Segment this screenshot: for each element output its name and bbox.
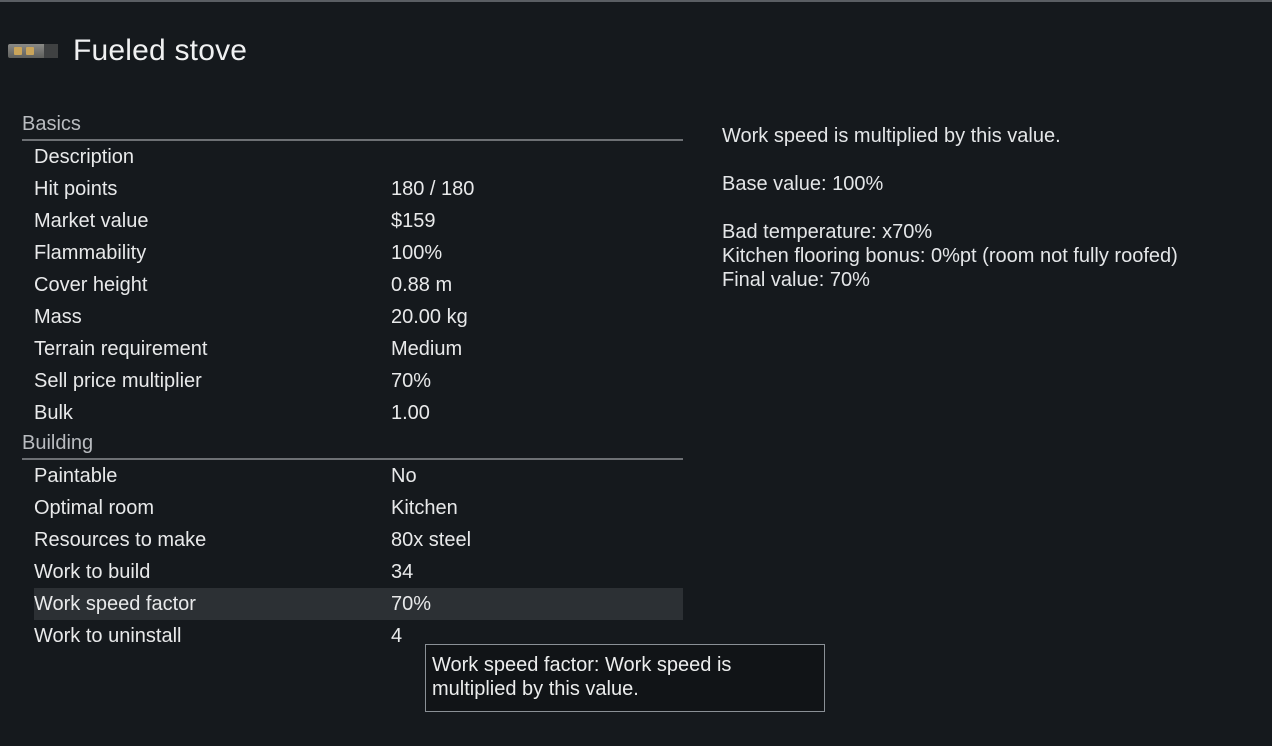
detail-description: Work speed is multiplied by this value. [722, 125, 1061, 147]
page-title: Fueled stove [73, 34, 248, 67]
building-rows: Paintable No Optimal room Kitchen Resour… [34, 460, 683, 652]
stat-label: Terrain requirement [34, 337, 208, 360]
stat-label: Resources to make [34, 528, 207, 551]
stat-label: Optimal room [34, 496, 155, 519]
stat-label: Work speed factor [34, 592, 196, 615]
stat-row-hit-points[interactable]: Hit points 180 / 180 [34, 173, 683, 205]
stat-row-resources-to-make[interactable]: Resources to make 80x steel [34, 524, 683, 556]
window-top-border [0, 0, 1272, 2]
stat-value: 100% [391, 241, 443, 264]
stat-label: Cover height [34, 273, 148, 296]
tooltip-line: multiplied by this value. [432, 678, 639, 700]
detail-base-value: Base value: 100% [722, 173, 884, 195]
stat-row-cover-height[interactable]: Cover height 0.88 m [34, 269, 683, 301]
stat-value: 20.00 kg [391, 305, 468, 328]
detail-kitchen-flooring-bonus: Kitchen flooring bonus: 0%pt (room not f… [722, 245, 1178, 267]
stat-value: 34 [391, 560, 414, 583]
stat-row-flammability[interactable]: Flammability 100% [34, 237, 683, 269]
stat-label: Sell price multiplier [34, 369, 202, 392]
stat-label: Mass [34, 305, 82, 328]
stat-value: No [391, 464, 417, 487]
stat-label: Flammability [34, 241, 147, 264]
stat-label: Paintable [34, 464, 118, 487]
stat-row-market-value[interactable]: Market value $159 [34, 205, 683, 237]
fueled-stove-icon [8, 41, 58, 61]
basics-rows: Description Hit points 180 / 180 Market … [34, 141, 683, 429]
stat-row-bulk[interactable]: Bulk 1.00 [34, 397, 683, 429]
section-title: Basics [22, 113, 81, 135]
stat-label: Description [34, 145, 135, 168]
stat-row-work-to-build[interactable]: Work to build 34 [34, 556, 683, 588]
tooltip: Work speed factor: Work speed is multipl… [425, 644, 825, 712]
stat-label: Work to build [34, 560, 151, 583]
stat-value: 80x steel [391, 528, 472, 551]
stat-row-paintable[interactable]: Paintable No [34, 460, 683, 492]
detail-bad-temperature: Bad temperature: x70% [722, 221, 933, 243]
stat-value: Kitchen [391, 496, 458, 519]
stats-panel: Basics Description Hit points 180 / 180 … [22, 110, 683, 652]
stat-row-terrain-requirement[interactable]: Terrain requirement Medium [34, 333, 683, 365]
stat-value: 70% [391, 592, 432, 615]
stat-row-sell-price-multiplier[interactable]: Sell price multiplier 70% [34, 365, 683, 397]
stat-value: 1.00 [391, 401, 430, 424]
stat-value: Medium [391, 337, 463, 360]
stat-row-optimal-room[interactable]: Optimal room Kitchen [34, 492, 683, 524]
stat-label: Hit points [34, 177, 118, 200]
stat-row-description[interactable]: Description [34, 141, 683, 173]
stat-value: $159 [391, 209, 436, 232]
stat-row-work-speed-factor[interactable]: Work speed factor 70% [34, 588, 683, 620]
detail-final-value: Final value: 70% [722, 269, 870, 291]
stat-value: 180 / 180 [391, 177, 475, 200]
stat-detail-panel: Work speed is multiplied by this value. … [722, 124, 1262, 292]
tooltip-line: Work speed factor: Work speed is [432, 654, 732, 676]
stat-label: Market value [34, 209, 149, 232]
stat-value: 0.88 m [391, 273, 453, 296]
stat-label: Bulk [34, 401, 73, 424]
section-header-basics: Basics [22, 110, 683, 141]
section-title: Building [22, 432, 94, 454]
stat-label: Work to uninstall [34, 624, 182, 647]
section-header-building: Building [22, 429, 683, 460]
header: Fueled stove [8, 30, 247, 72]
stat-row-mass[interactable]: Mass 20.00 kg [34, 301, 683, 333]
stat-value: 70% [391, 369, 432, 392]
